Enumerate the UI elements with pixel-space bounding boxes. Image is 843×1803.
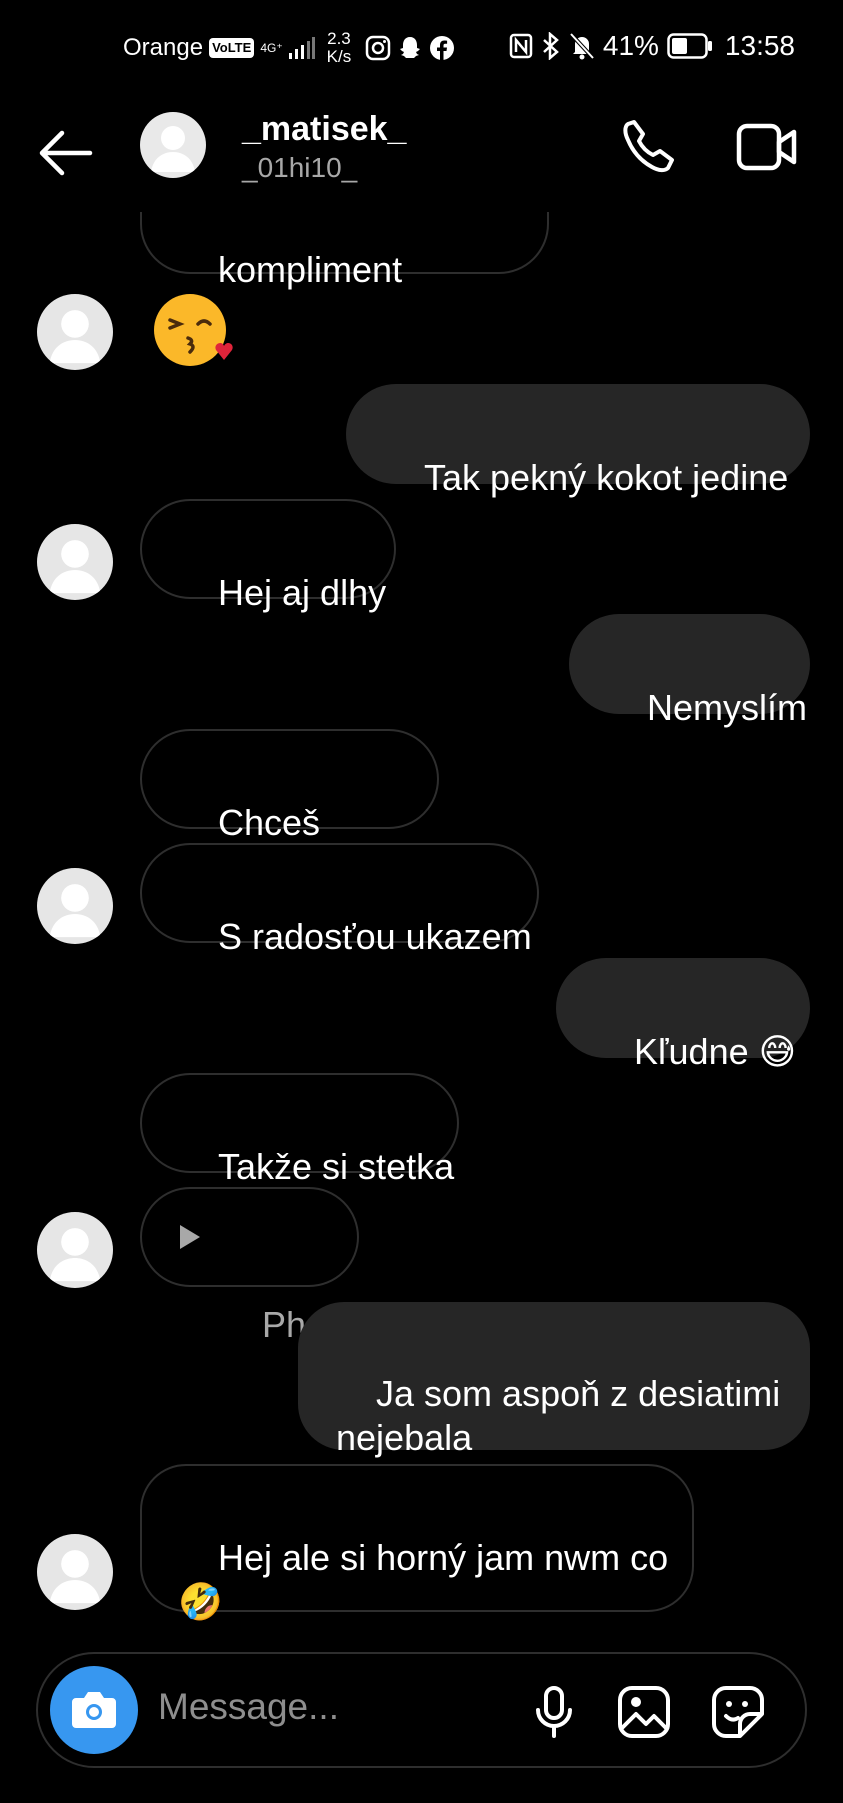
sticker-icon[interactable] [710,1684,766,1740]
battery-percent: 41% [602,30,659,61]
message-outgoing[interactable]: Nemyslím [569,614,810,728]
volte-badge: VoLTE [209,38,255,58]
message-input[interactable]: Message... [158,1686,339,1728]
default-avatar-icon [49,884,101,938]
video-call-icon[interactable] [736,120,798,174]
signal-icon [288,37,315,59]
message-text: Tak pekný kokot jedine [424,457,789,498]
message-text: Takže si stetka [218,1146,455,1187]
speed-unit: K/s [326,47,352,66]
facebook-icon [430,36,455,60]
contact-avatar[interactable] [140,112,206,178]
status-bar: Orange VoLTE 4G⁺ 2.3 K/s 41% 13:58 [0,0,843,100]
status-right: 41% 13:58 [509,30,795,62]
camera-icon [72,1692,116,1728]
sender-avatar[interactable] [37,1212,113,1288]
instagram-icon [365,35,391,61]
message-composer: Message... [36,1652,807,1768]
message-text: Hej ale si horný jam nwm co 🤣 [178,1537,669,1622]
default-avatar-icon [49,1550,101,1604]
default-avatar-icon [49,540,101,594]
message-outgoing[interactable]: Kľudne 😅 [556,958,810,1072]
sender-avatar[interactable] [37,1534,113,1610]
snapchat-icon [400,37,421,58]
bluetooth-icon [543,32,559,60]
clock: 13:58 [724,30,795,61]
message-text: kompliment [218,249,403,290]
status-left: Orange VoLTE 4G⁺ 2.3 K/s [123,30,455,66]
carrier-label: Orange [123,34,204,61]
default-avatar-icon [151,126,195,172]
message-text: S radosťou ukazem [218,916,532,957]
message-text: Nemyslím [647,687,808,728]
sender-avatar[interactable] [37,868,113,944]
message-text: Hej aj dlhy [218,572,387,613]
play-icon [180,1225,200,1249]
phone-icon[interactable] [620,118,678,176]
nfc-icon [509,33,533,59]
message-text: Ja som aspoň z desiatimi nejebala [336,1373,781,1458]
chat-header: _matisek_ _01hi10_ [0,100,843,212]
sender-avatar[interactable] [37,524,113,600]
message-incoming[interactable]: Hej ale si horný jam nwm co 🤣 [140,1464,694,1622]
back-arrow-icon[interactable] [36,128,96,178]
battery-icon [667,33,712,59]
speed-value: 2.3 [327,29,351,48]
message-outgoing[interactable]: Ja som aspoň z desiatimi nejebala [298,1302,810,1458]
net-speed: 2.3 K/s [327,30,352,66]
gallery-icon[interactable] [616,1684,672,1740]
microphone-icon[interactable] [526,1684,582,1740]
network-type: 4G⁺ [260,40,283,55]
photo-message[interactable]: Photo [140,1187,359,1345]
sender-avatar[interactable] [37,294,113,370]
message-incoming[interactable]: Takže si stetka [140,1073,459,1187]
message-incoming[interactable]: Hej aj dlhy [140,499,396,613]
message-incoming[interactable]: S radosťou ukazem [140,843,539,957]
camera-button[interactable] [50,1666,138,1754]
contact-username[interactable]: _01hi10_ [242,152,357,184]
kissing-heart-emoji-icon [154,294,233,366]
default-avatar-icon [49,310,101,364]
message-emoji[interactable] [150,290,234,374]
default-avatar-icon [49,1228,101,1282]
message-text: Kľudne 😅 [634,1031,797,1072]
contact-name[interactable]: _matisek_ [242,110,406,149]
message-outgoing[interactable]: Tak pekný kokot jedine [346,384,810,498]
mute-bell-icon [569,32,595,60]
message-incoming[interactable]: Chceš vidieť? [140,729,439,887]
